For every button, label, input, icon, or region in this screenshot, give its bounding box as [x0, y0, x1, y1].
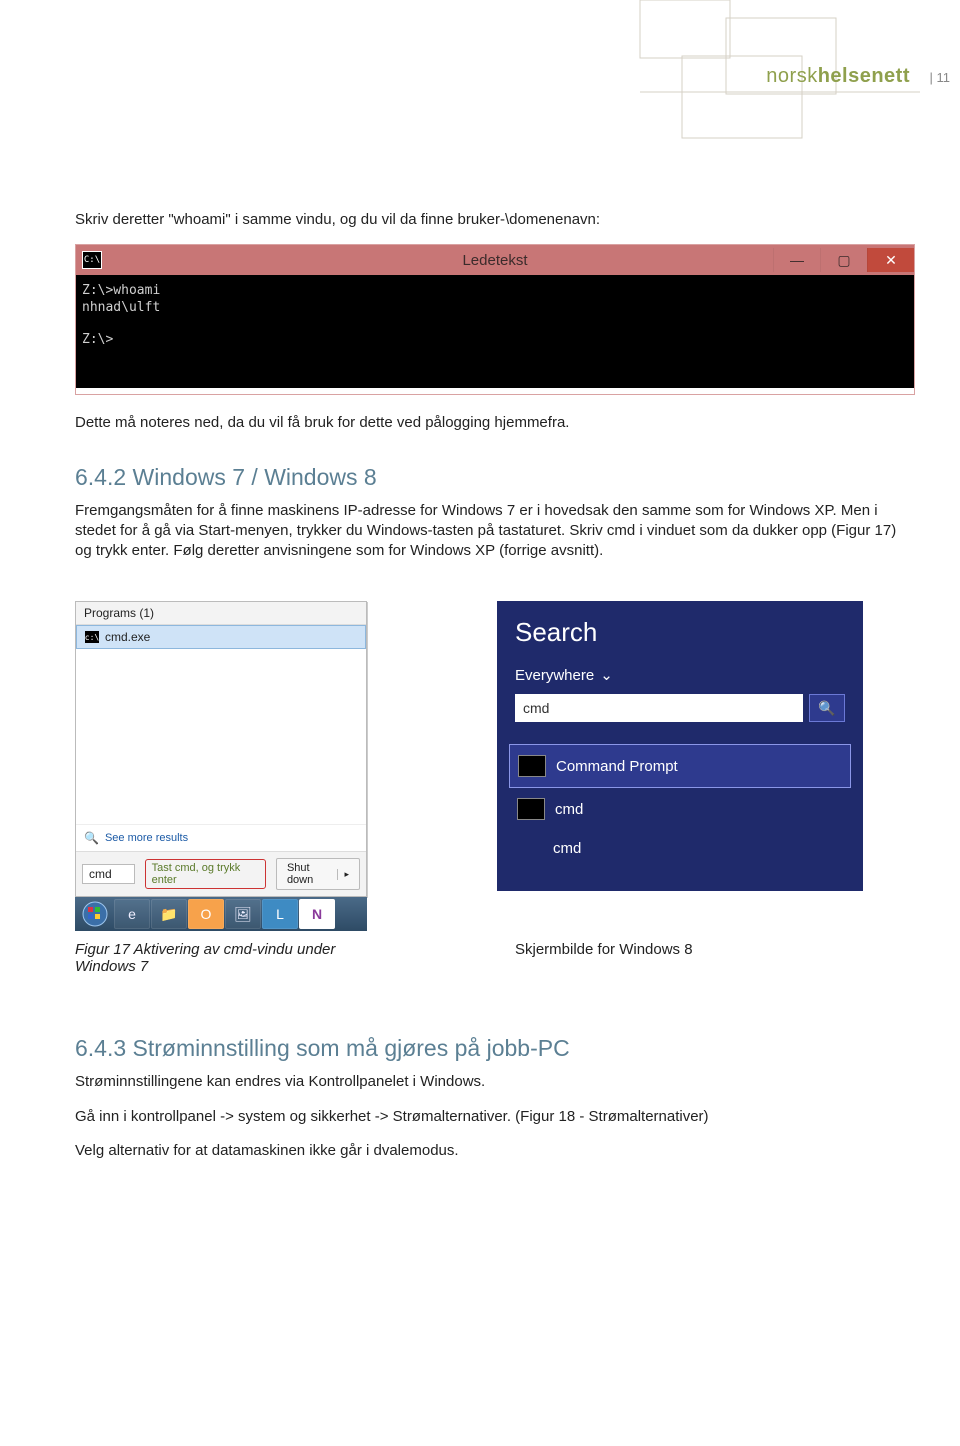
cmd-window-title: Ledetekst — [76, 252, 914, 269]
command-prompt-icon — [518, 755, 546, 777]
paragraph-powersettings-2: Gå inn i kontrollpanel -> system og sikk… — [75, 1107, 915, 1127]
cmd-window-figure: C:\ Ledetekst — ▢ ✕ Z:\>whoami nhnad\ulf… — [75, 244, 915, 395]
cmd-exe-icon: c:\ — [85, 631, 99, 643]
win8-scope-selector[interactable]: Everywhere ⌄ — [515, 666, 845, 684]
win7-shutdown-button[interactable]: Shut down ▸ — [276, 858, 360, 890]
taskbar-explorer-icon[interactable]: 📁 — [151, 899, 187, 929]
win8-figure: Search Everywhere ⌄ cmd 🔍 Command Prompt — [497, 601, 863, 891]
header-decorative-squares — [440, 0, 920, 180]
taskbar-outlook-icon[interactable]: O — [188, 899, 224, 929]
win7-taskbar: e 📁 O 🖼 L N — [75, 897, 367, 931]
win8-result-cmd-plain[interactable]: cmd — [515, 830, 845, 867]
win7-programs-header: Programs (1) — [76, 602, 366, 625]
brand-logo: norskhelsenett — [766, 65, 910, 88]
win7-result-label: cmd.exe — [105, 630, 150, 644]
chevron-down-icon: ⌄ — [600, 666, 613, 684]
cmd-output: Z:\>whoami nhnad\ulft Z:\> — [76, 275, 914, 388]
paragraph-note: Dette må noteres ned, da du vil få bruk … — [75, 413, 915, 433]
win8-result-cmd-file[interactable]: cmd — [515, 788, 845, 830]
win7-figure: Programs (1) c:\ cmd.exe 🔍 See more resu… — [75, 601, 367, 931]
win7-result-cmd[interactable]: c:\ cmd.exe — [76, 625, 366, 649]
paragraph-win7-instructions: Fremgangsmåten for å finne maskinens IP-… — [75, 501, 915, 562]
win8-search-button[interactable]: 🔍 — [809, 694, 845, 722]
taskbar-onenote-icon[interactable]: N — [299, 899, 335, 929]
heading-642: 6.4.2 Windows 7 / Windows 8 — [75, 464, 915, 491]
win7-callout-label: Tast cmd, og trykk enter — [145, 859, 266, 889]
cmd-footer-bar — [76, 388, 914, 394]
taskbar-pictures-icon[interactable]: 🖼 — [225, 899, 261, 929]
win7-see-more-results[interactable]: 🔍 See more results — [76, 824, 366, 851]
win8-result-command-prompt[interactable]: Command Prompt — [509, 744, 851, 788]
heading-643: 6.4.3 Strøminnstilling som må gjøres på … — [75, 1035, 915, 1062]
taskbar-ie-icon[interactable]: e — [114, 899, 150, 929]
shutdown-arrow-icon: ▸ — [337, 869, 349, 880]
magnifier-icon: 🔍 — [84, 831, 99, 845]
win8-caption: Skjermbilde for Windows 8 — [515, 941, 795, 975]
win7-search-input[interactable]: cmd — [82, 864, 135, 884]
paragraph-powersettings-1: Strøminnstillingene kan endres via Kontr… — [75, 1072, 915, 1092]
cmd-file-icon — [517, 798, 545, 820]
win8-search-input[interactable]: cmd — [515, 694, 803, 722]
figure-17-caption: Figur 17 Aktivering av cmd-vindu under W… — [75, 941, 375, 975]
win7-empty-area — [76, 649, 366, 824]
start-button[interactable] — [77, 899, 113, 929]
win7-search-bar: cmd Tast cmd, og trykk enter Shut down ▸ — [76, 851, 366, 896]
win8-search-title: Search — [515, 617, 845, 648]
paragraph-intro-whoami: Skriv deretter "whoami" i samme vindu, o… — [75, 210, 915, 230]
paragraph-powersettings-3: Velg alternativ for at datamaskinen ikke… — [75, 1141, 915, 1161]
page-number: | 11 — [930, 70, 950, 85]
search-icon: 🔍 — [818, 700, 835, 717]
taskbar-lync-icon[interactable]: L — [262, 899, 298, 929]
cmd-titlebar: C:\ Ledetekst — ▢ ✕ — [76, 245, 914, 275]
